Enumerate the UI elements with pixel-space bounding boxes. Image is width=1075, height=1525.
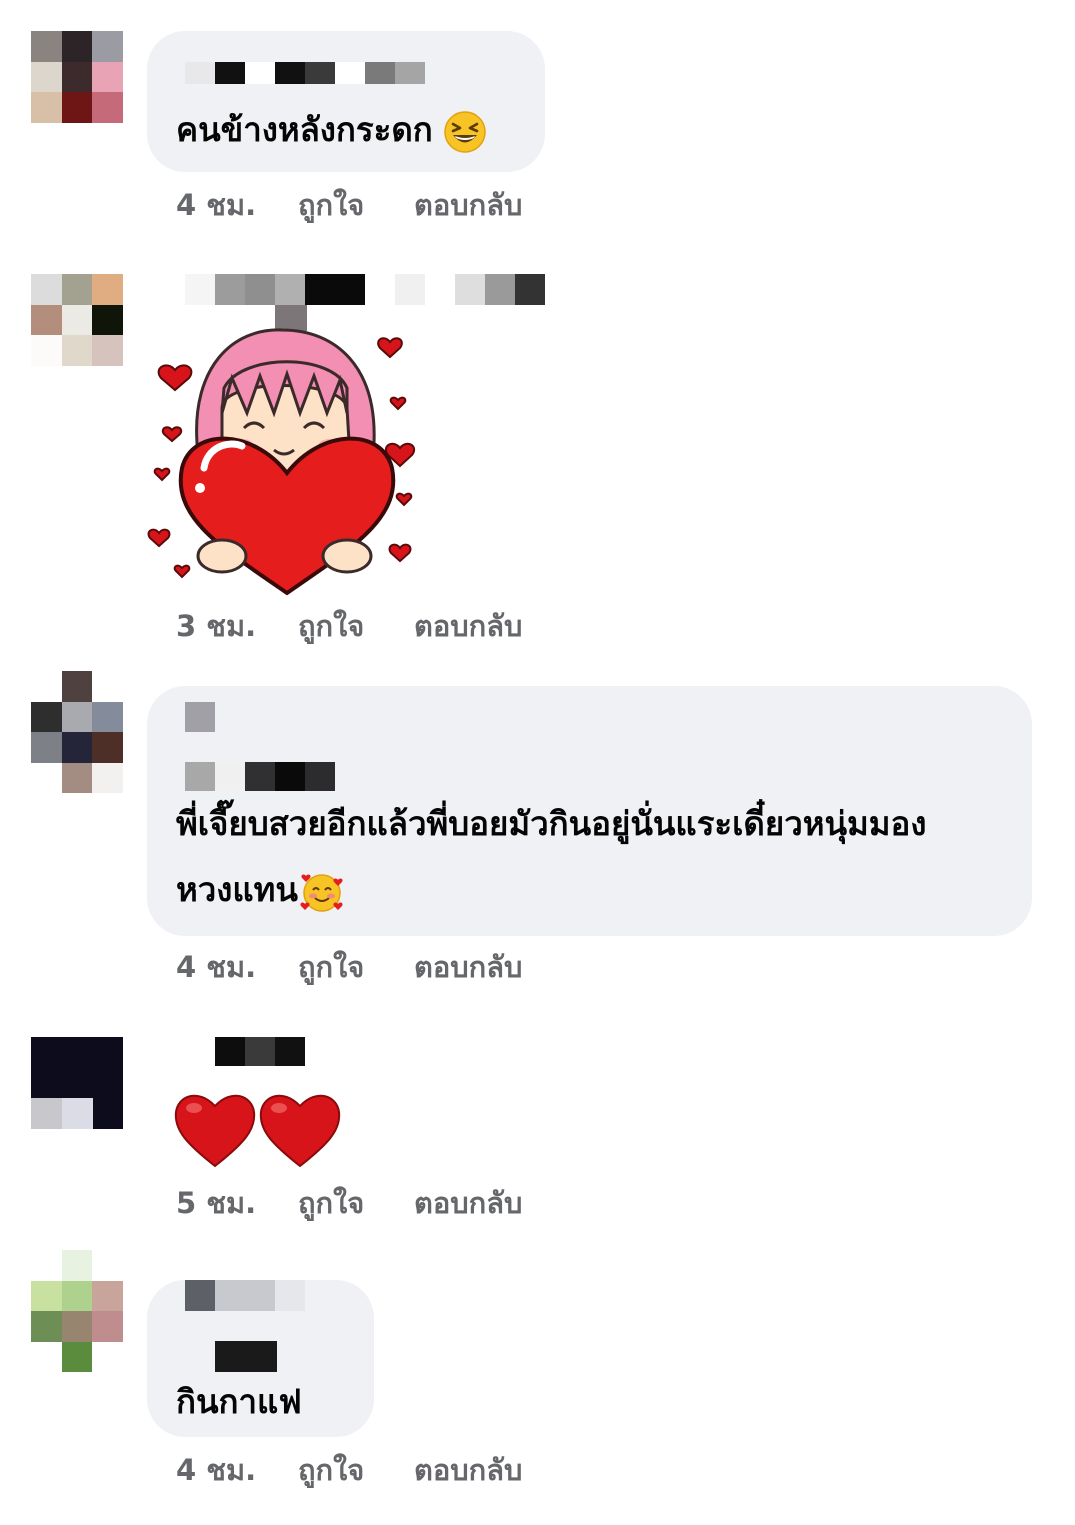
comment-text: กินกาแฟ (176, 1382, 302, 1421)
reply-button[interactable]: ตอบกลับ (414, 944, 522, 990)
timestamp[interactable]: 4 ชม. (176, 182, 298, 228)
like-button[interactable]: ถูกใจ (298, 182, 414, 228)
grinning-squinting-face-icon (444, 110, 486, 153)
reply-button[interactable]: ตอบกลับ (414, 182, 522, 228)
like-button[interactable]: ถูกใจ (298, 1447, 414, 1493)
timestamp[interactable]: 3 ชม. (176, 603, 298, 649)
avatar[interactable] (31, 31, 123, 123)
comment-text-line-2: หวงแทน (176, 858, 344, 922)
commenter-name-redacted[interactable] (185, 1280, 305, 1311)
avatar[interactable] (31, 1250, 123, 1372)
name-fragment (185, 702, 215, 732)
red-heart-icon (174, 1094, 256, 1168)
name-fragment (215, 1341, 277, 1372)
like-button[interactable]: ถูกใจ (298, 944, 414, 990)
comment-actions: 4 ชม. ถูกใจ ตอบกลับ (176, 1450, 522, 1490)
commenter-name-redacted[interactable] (215, 1037, 305, 1066)
comment-actions: 4 ชม. ถูกใจ ตอบกลับ (176, 185, 522, 225)
red-heart-icon (259, 1094, 341, 1168)
avatar[interactable] (31, 671, 123, 793)
comment-actions: 3 ชม. ถูกใจ ตอบกลับ (176, 606, 522, 646)
avatar[interactable] (31, 1037, 123, 1129)
commenter-name-redacted[interactable] (185, 62, 425, 84)
commenter-name-redacted[interactable] (185, 274, 545, 305)
reply-button[interactable]: ตอบกลับ (414, 603, 522, 649)
like-button[interactable]: ถูกใจ (298, 603, 414, 649)
comment-actions: 4 ชม. ถูกใจ ตอบกลับ (176, 947, 522, 987)
reply-button[interactable]: ตอบกลับ (414, 1180, 522, 1226)
timestamp[interactable]: 4 ชม. (176, 944, 298, 990)
comment-actions: 5 ชม. ถูกใจ ตอบกลับ (176, 1183, 522, 1223)
girl-hugging-heart-sticker-icon[interactable] (142, 328, 432, 598)
avatar[interactable] (31, 274, 123, 366)
comment-text-line-1: พี่เจี๊ยบสวยอีกแล้วพี่บอยมัวกินอยู่นั่นแ… (176, 804, 927, 843)
smiling-face-with-hearts-icon (300, 873, 343, 912)
timestamp[interactable]: 5 ชม. (176, 1180, 298, 1226)
timestamp[interactable]: 4 ชม. (176, 1447, 298, 1493)
reply-button[interactable]: ตอบกลับ (414, 1447, 522, 1493)
comment-text: คนข้างหลังกระดก (176, 98, 487, 162)
commenter-name-redacted[interactable] (185, 762, 335, 791)
like-button[interactable]: ถูกใจ (298, 1180, 414, 1226)
